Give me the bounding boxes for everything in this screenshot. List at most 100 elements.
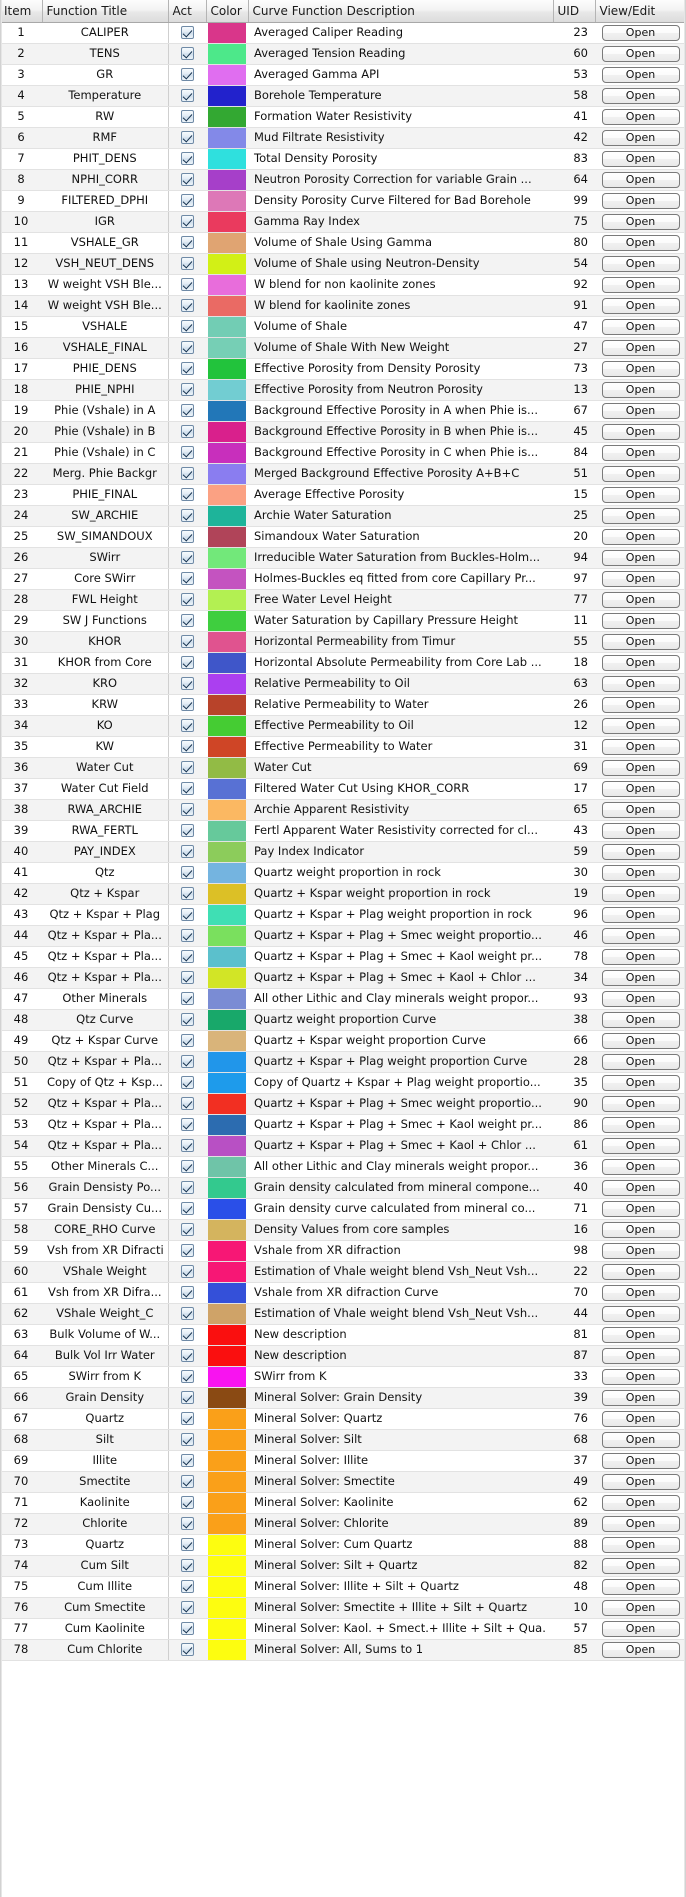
checkmark-icon[interactable]: [180, 1286, 194, 1299]
cell-color[interactable]: [206, 631, 248, 653]
checkmark-icon[interactable]: [180, 1013, 194, 1026]
table-row[interactable]: 26 SWirr Irreducible Water Saturation from…: [0, 547, 686, 569]
checkmark-icon[interactable]: [180, 1118, 194, 1131]
cell-color[interactable]: [206, 274, 248, 296]
cell-color[interactable]: [206, 1240, 248, 1262]
cell-color[interactable]: [206, 1009, 248, 1031]
cell-curve-function-description[interactable]: W blend for kaolinite zones: [248, 295, 553, 317]
table-row[interactable]: 7 PHIT_DENS Total Density Porosity 83 Open: [0, 148, 686, 170]
cell-act[interactable]: [168, 379, 206, 401]
checkmark-icon[interactable]: [180, 698, 194, 711]
cell-act[interactable]: [168, 946, 206, 968]
open-button[interactable]: Open: [601, 718, 680, 734]
open-button[interactable]: Open: [601, 1054, 680, 1070]
table-row[interactable]: 36 Water Cut Water Cut 69 Open: [0, 757, 686, 779]
color-swatch[interactable]: [208, 1492, 246, 1512]
checkmark-icon[interactable]: [180, 1496, 194, 1509]
checkmark-icon[interactable]: [180, 1601, 194, 1614]
open-button[interactable]: Open: [601, 67, 680, 83]
color-swatch[interactable]: [208, 274, 246, 294]
cell-curve-function-description[interactable]: Averaged Gamma API: [248, 64, 553, 86]
table-row[interactable]: 13 W weight VSH Ble... W blend for non kao…: [0, 274, 686, 296]
color-swatch[interactable]: [208, 1555, 246, 1575]
cell-color[interactable]: [206, 253, 248, 275]
cell-act[interactable]: [168, 820, 206, 842]
cell-act[interactable]: [168, 442, 206, 464]
cell-color[interactable]: [206, 1156, 248, 1178]
cell-function-title[interactable]: Cum Silt: [42, 1555, 169, 1577]
cell-curve-function-description[interactable]: Mineral Solver: Kaol. + Smect.+ Illite +…: [248, 1618, 553, 1640]
color-swatch[interactable]: [208, 1576, 246, 1596]
checkmark-icon[interactable]: [180, 152, 194, 165]
checkmark-icon[interactable]: [180, 488, 194, 501]
color-swatch[interactable]: [208, 757, 246, 777]
cell-function-title[interactable]: Qtz + Kspar + Pla...: [42, 946, 169, 968]
cell-act[interactable]: [168, 841, 206, 863]
color-swatch[interactable]: [208, 799, 246, 819]
color-swatch[interactable]: [208, 1408, 246, 1428]
cell-act[interactable]: [168, 757, 206, 779]
cell-curve-function-description[interactable]: Mineral Solver: Silt: [248, 1429, 553, 1451]
cell-curve-function-description[interactable]: Mineral Solver: Illite: [248, 1450, 553, 1472]
cell-act[interactable]: [168, 1030, 206, 1052]
open-button[interactable]: Open: [601, 214, 680, 230]
cell-color[interactable]: [206, 925, 248, 947]
open-button[interactable]: Open: [601, 592, 680, 608]
cell-act[interactable]: [168, 190, 206, 212]
cell-act[interactable]: [168, 1387, 206, 1409]
open-button[interactable]: Open: [601, 487, 680, 503]
cell-act[interactable]: [168, 1534, 206, 1556]
cell-color[interactable]: [206, 22, 248, 44]
table-row[interactable]: 37 Water Cut Field Filtered Water Cut Usin…: [0, 778, 686, 800]
column-header-act[interactable]: Act: [168, 0, 207, 23]
color-swatch[interactable]: [208, 1093, 246, 1113]
checkmark-icon[interactable]: [180, 1265, 194, 1278]
open-button[interactable]: Open: [601, 424, 680, 440]
open-button[interactable]: Open: [601, 823, 680, 839]
open-button[interactable]: Open: [601, 676, 680, 692]
cell-curve-function-description[interactable]: Effective Porosity from Density Porosity: [248, 358, 553, 380]
table-row[interactable]: 3 GR Averaged Gamma API 53 Open: [0, 64, 686, 86]
cell-act[interactable]: [168, 1429, 206, 1451]
color-swatch[interactable]: [208, 1471, 246, 1491]
cell-function-title[interactable]: PHIE_NPHI: [42, 379, 169, 401]
checkmark-icon[interactable]: [180, 1181, 194, 1194]
checkmark-icon[interactable]: [180, 887, 194, 900]
cell-curve-function-description[interactable]: Effective Permeability to Water: [248, 736, 553, 758]
checkmark-icon[interactable]: [180, 593, 194, 606]
cell-curve-function-description[interactable]: Total Density Porosity: [248, 148, 553, 170]
cell-act[interactable]: [168, 64, 206, 86]
table-row[interactable]: 75 Cum Illite Mineral Solver: Illite + Sil…: [0, 1576, 686, 1598]
table-row[interactable]: 33 KRW Relative Permeability to Water 26 Ope…: [0, 694, 686, 716]
color-swatch[interactable]: [208, 1618, 246, 1638]
cell-color[interactable]: [206, 358, 248, 380]
cell-color[interactable]: [206, 1492, 248, 1514]
cell-act[interactable]: [168, 1009, 206, 1031]
checkmark-icon[interactable]: [180, 131, 194, 144]
cell-function-title[interactable]: Copy of Qtz + Ksp...: [42, 1072, 169, 1094]
cell-act[interactable]: [168, 1408, 206, 1430]
open-button[interactable]: Open: [601, 550, 680, 566]
cell-function-title[interactable]: Silt: [42, 1429, 169, 1451]
color-swatch[interactable]: [208, 1282, 246, 1302]
cell-curve-function-description[interactable]: Borehole Temperature: [248, 85, 553, 107]
cell-function-title[interactable]: Qtz + Kspar: [42, 883, 169, 905]
open-button[interactable]: Open: [601, 508, 680, 524]
cell-curve-function-description[interactable]: Vshale from XR difraction: [248, 1240, 553, 1262]
color-swatch[interactable]: [208, 379, 246, 399]
open-button[interactable]: Open: [601, 46, 680, 62]
cell-function-title[interactable]: KO: [42, 715, 169, 737]
table-row[interactable]: 38 RWA_ARCHIE Archie Apparent Resistivity 6…: [0, 799, 686, 821]
cell-act[interactable]: [168, 148, 206, 170]
cell-act[interactable]: [168, 1135, 206, 1157]
table-row[interactable]: 22 Merg. Phie Backgr Merged Background Eff…: [0, 463, 686, 485]
cell-curve-function-description[interactable]: Volume of Shale: [248, 316, 553, 338]
checkmark-icon[interactable]: [180, 572, 194, 585]
checkmark-icon[interactable]: [180, 1475, 194, 1488]
cell-act[interactable]: [168, 127, 206, 149]
cell-act[interactable]: [168, 736, 206, 758]
cell-color[interactable]: [206, 1324, 248, 1346]
checkmark-icon[interactable]: [180, 761, 194, 774]
color-swatch[interactable]: [208, 1009, 246, 1029]
table-row[interactable]: 47 Other Minerals All other Lithic and Cla…: [0, 988, 686, 1010]
